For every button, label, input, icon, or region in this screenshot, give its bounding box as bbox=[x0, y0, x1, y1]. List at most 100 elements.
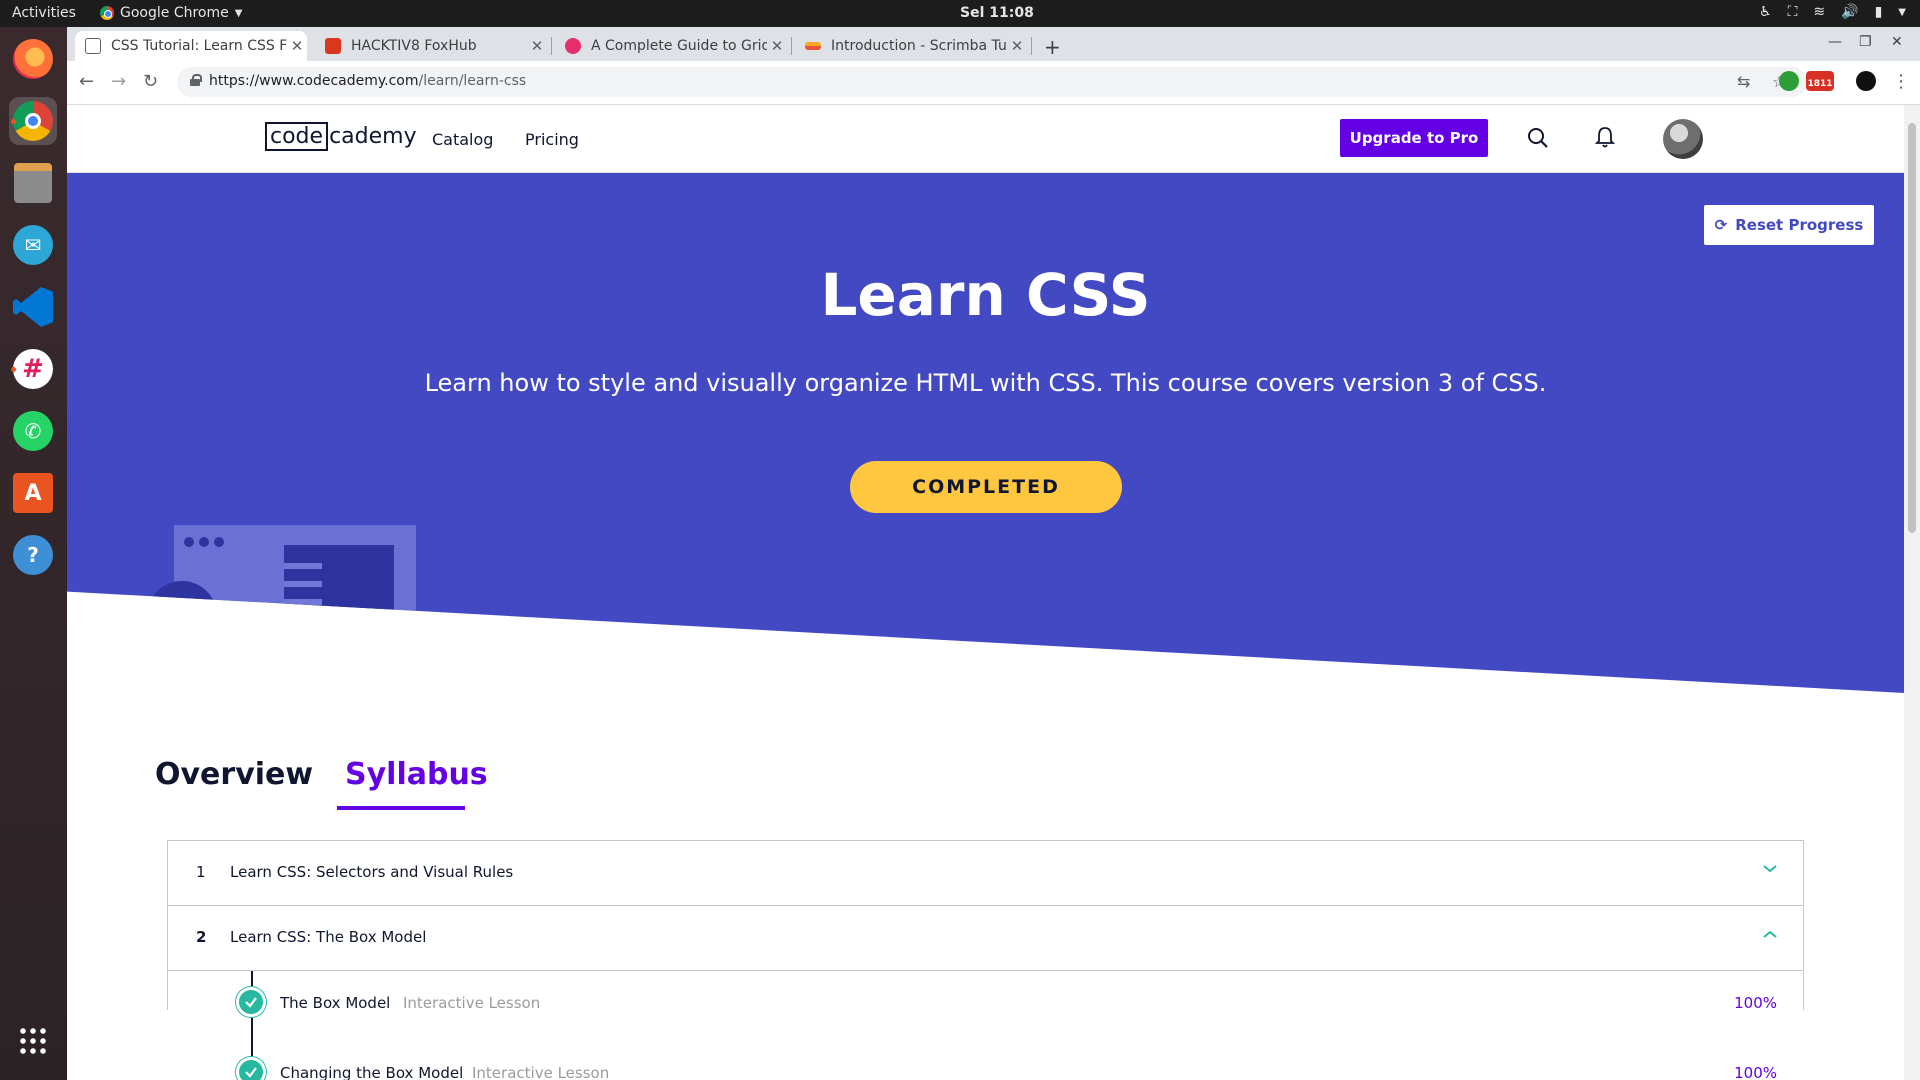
app-menu-label: Google Chrome bbox=[120, 5, 229, 21]
file-cabinet-icon bbox=[14, 163, 52, 203]
reload-icon[interactable]: ↻ bbox=[143, 71, 158, 92]
tab-overview[interactable]: Overview bbox=[155, 757, 313, 792]
files-launcher[interactable] bbox=[9, 159, 57, 207]
clock[interactable]: Sel 11:08 bbox=[960, 5, 1034, 21]
battery-icon[interactable]: ▮ bbox=[1875, 4, 1883, 20]
menu-kebab-icon[interactable]: ⋮ bbox=[1892, 71, 1910, 92]
scrollbar-thumb[interactable] bbox=[1908, 123, 1916, 533]
tab-title: HACKTIV8 FoxHub bbox=[351, 38, 477, 54]
course-description: Learn how to style and visually organize… bbox=[424, 369, 1547, 397]
close-tab-icon[interactable]: ✕ bbox=[767, 37, 787, 55]
tab-title: CSS Tutorial: Learn CSS Fo bbox=[111, 38, 287, 54]
course-hero: ⟳ Reset Progress Learn CSS Learn how to … bbox=[67, 173, 1904, 693]
network-settings-icon[interactable]: ⛶ bbox=[1788, 4, 1798, 20]
new-tab-button[interactable]: + bbox=[1044, 35, 1061, 59]
forward-arrow-icon[interactable]: → bbox=[111, 71, 126, 92]
fox-icon bbox=[325, 38, 341, 54]
tab-separator bbox=[551, 37, 552, 55]
scrimba-icon bbox=[805, 42, 821, 50]
site-header: code cademy Catalog Pricing Upgrade to Pr… bbox=[67, 105, 1904, 173]
activities-button[interactable]: Activities bbox=[12, 5, 76, 21]
close-tab-icon[interactable]: ✕ bbox=[527, 37, 547, 55]
mail-badge-icon[interactable]: 1811 bbox=[1806, 71, 1834, 91]
nav-catalog[interactable]: Catalog bbox=[432, 130, 493, 149]
illustration-panel bbox=[284, 545, 394, 630]
help-launcher[interactable]: ? bbox=[9, 531, 57, 579]
vscode-launcher[interactable] bbox=[9, 283, 57, 331]
system-top-bar: Activities Google Chrome ▼ Sel 11:08 ♿ ⛶… bbox=[0, 0, 1920, 27]
logo-code: code bbox=[265, 122, 329, 151]
close-window-button[interactable]: ✕ bbox=[1891, 34, 1903, 50]
system-tray[interactable]: ♿ ⛶ ≋ 🔊 ▮ ▼ bbox=[1759, 4, 1906, 20]
lesson-type: Interactive Lesson bbox=[403, 994, 541, 1012]
reset-progress-button[interactable]: ⟳ Reset Progress bbox=[1704, 205, 1874, 245]
tab-strip: CSS Tutorial: Learn CSS Fo ✕ HACKTIV8 Fo… bbox=[67, 27, 1920, 61]
nav-pricing[interactable]: Pricing bbox=[525, 130, 579, 149]
back-arrow-icon[interactable]: ← bbox=[79, 71, 94, 92]
lesson-item[interactable]: Changing the Box Model Interactive Lesso… bbox=[168, 1042, 1803, 1080]
lesson-progress: 100% bbox=[1734, 994, 1777, 1012]
avatar[interactable] bbox=[1663, 119, 1703, 159]
url-host: https://www.codecademy.com bbox=[209, 73, 419, 89]
check-icon bbox=[236, 987, 266, 1017]
bell-icon[interactable] bbox=[1595, 125, 1615, 149]
tab-syllabus[interactable]: Syllabus bbox=[345, 757, 488, 792]
restore-button[interactable]: ❐ bbox=[1859, 34, 1872, 50]
chevron-down-icon[interactable] bbox=[1762, 861, 1778, 877]
browser-tab-grid-guide[interactable]: A Complete Guide to Grid ✕ bbox=[555, 31, 787, 61]
url-text[interactable]: https://www.codecademy.com/learn/learn-c… bbox=[209, 73, 526, 89]
module-row[interactable]: 1 Learn CSS: Selectors and Visual Rules bbox=[168, 841, 1803, 906]
upgrade-to-pro-button[interactable]: Upgrade to Pro bbox=[1340, 119, 1488, 157]
address-bar[interactable]: https://www.codecademy.com/learn/learn-c… bbox=[177, 67, 1807, 97]
dock: ✉ # ✆ A ? bbox=[0, 27, 67, 1080]
completed-status-button[interactable]: COMPLETED bbox=[850, 461, 1122, 513]
module-number: 1 bbox=[196, 863, 206, 881]
wifi-icon[interactable]: ≋ bbox=[1813, 4, 1825, 20]
minimize-button[interactable]: — bbox=[1828, 34, 1842, 50]
lesson-item[interactable]: The Box Model Interactive Lesson 100% bbox=[168, 972, 1803, 1032]
page-viewport: code cademy Catalog Pricing Upgrade to Pr… bbox=[67, 105, 1904, 1080]
page-scrollbar[interactable] bbox=[1904, 105, 1920, 1080]
close-tab-icon[interactable]: ✕ bbox=[287, 37, 307, 55]
app-grid-icon bbox=[18, 1026, 48, 1056]
show-applications-button[interactable] bbox=[9, 1017, 57, 1065]
running-indicator bbox=[11, 367, 16, 372]
syllabus-list: 1 Learn CSS: Selectors and Visual Rules … bbox=[167, 840, 1804, 1080]
close-tab-icon[interactable]: ✕ bbox=[1007, 37, 1027, 55]
lesson-type: Interactive Lesson bbox=[472, 1064, 610, 1080]
caret-down-icon[interactable]: ▼ bbox=[1898, 7, 1906, 18]
whatsapp-launcher[interactable]: ✆ bbox=[9, 407, 57, 455]
codecademy-logo[interactable]: code cademy bbox=[265, 122, 417, 151]
volume-icon[interactable]: 🔊 bbox=[1841, 4, 1858, 20]
extension-icon[interactable] bbox=[1779, 71, 1799, 91]
chrome-launcher[interactable] bbox=[9, 97, 57, 145]
profile-extension-icon[interactable] bbox=[1856, 71, 1876, 91]
firefox-icon bbox=[13, 39, 53, 79]
page-icon bbox=[85, 38, 101, 54]
software-center-launcher[interactable]: A bbox=[9, 469, 57, 517]
slack-launcher[interactable]: # bbox=[9, 345, 57, 393]
lock-icon[interactable] bbox=[190, 74, 202, 86]
active-tab-underline bbox=[337, 806, 465, 810]
search-icon[interactable] bbox=[1527, 127, 1549, 149]
reset-progress-label: Reset Progress bbox=[1735, 216, 1864, 234]
caret-down-icon: ▼ bbox=[234, 7, 243, 19]
browser-tab-scrimba[interactable]: Introduction - Scrimba Tu ✕ bbox=[795, 31, 1027, 61]
firefox-launcher[interactable] bbox=[9, 35, 57, 83]
check-icon bbox=[236, 1057, 266, 1080]
app-menu[interactable]: Google Chrome ▼ bbox=[100, 5, 242, 21]
lesson-title[interactable]: The Box Model bbox=[280, 994, 390, 1012]
translate-icon[interactable]: ⇆ bbox=[1737, 72, 1750, 91]
browser-tab-css-tutorial[interactable]: CSS Tutorial: Learn CSS Fo ✕ bbox=[75, 31, 307, 61]
accessibility-icon[interactable]: ♿ bbox=[1759, 4, 1772, 20]
browser-tab-hacktiv8[interactable]: HACKTIV8 FoxHub ✕ bbox=[315, 31, 547, 61]
tab-separator bbox=[791, 37, 792, 55]
chrome-icon bbox=[100, 6, 114, 20]
browser-toolbar: ← → ↻ https://www.codecademy.com/learn/l… bbox=[67, 61, 1920, 105]
lesson-title[interactable]: Changing the Box Model bbox=[280, 1064, 463, 1080]
illustration-dot bbox=[199, 537, 209, 547]
module-row[interactable]: 2 Learn CSS: The Box Model bbox=[168, 906, 1803, 971]
mail-launcher[interactable]: ✉ bbox=[9, 221, 57, 269]
chevron-up-icon[interactable] bbox=[1762, 926, 1778, 942]
mail-icon: ✉ bbox=[13, 225, 53, 265]
